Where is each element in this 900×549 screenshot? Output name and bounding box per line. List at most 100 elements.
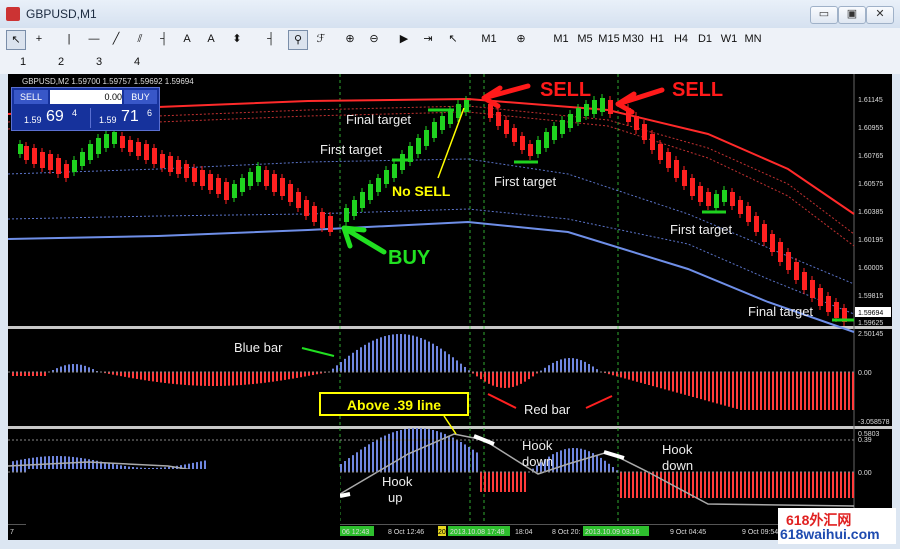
- oscillator1-bar[interactable]: [380, 337, 382, 372]
- candle[interactable]: [232, 184, 237, 198]
- oscillator1-bar[interactable]: [88, 367, 90, 372]
- oscillator1-bar[interactable]: [120, 372, 122, 377]
- candle[interactable]: [136, 142, 141, 156]
- oscillator2-bar[interactable]: [844, 472, 846, 498]
- candle[interactable]: [576, 108, 581, 122]
- oscillator1-bar[interactable]: [816, 372, 818, 410]
- oscillator2-bar[interactable]: [376, 439, 378, 472]
- oscillator2-bar[interactable]: [736, 472, 738, 498]
- candle[interactable]: [818, 288, 823, 306]
- oscillator1-bar[interactable]: [776, 372, 778, 410]
- oscillator1-bar[interactable]: [716, 372, 718, 404]
- oscillator2-bar[interactable]: [476, 452, 478, 472]
- oscillator1-bar[interactable]: [412, 335, 414, 372]
- candle[interactable]: [592, 100, 597, 114]
- oscillator1-bar[interactable]: [632, 372, 634, 381]
- oscillator2-bar[interactable]: [344, 461, 346, 472]
- oscillator1-bar[interactable]: [144, 372, 146, 381]
- oscillator1-bar[interactable]: [764, 372, 766, 410]
- oscillator1-bar[interactable]: [736, 372, 738, 409]
- oscillator2-bar[interactable]: [340, 464, 342, 472]
- candle[interactable]: [72, 160, 77, 172]
- candle[interactable]: [304, 200, 309, 216]
- oscillator1-bar[interactable]: [116, 372, 118, 376]
- oscillator1-bar[interactable]: [680, 372, 682, 394]
- oscillator2-bar[interactable]: [508, 472, 510, 492]
- oscillator2-bar[interactable]: [684, 472, 686, 498]
- oscillator2-bar[interactable]: [556, 452, 558, 472]
- oscillator2-bar[interactable]: [772, 472, 774, 498]
- oscillator1-bar[interactable]: [496, 372, 498, 387]
- oscillator1-bar[interactable]: [724, 372, 726, 406]
- sell-price[interactable]: 1.59 69 4: [16, 108, 82, 128]
- oscillator1-bar[interactable]: [708, 372, 710, 402]
- oscillator1-bar[interactable]: [692, 372, 694, 397]
- oscillator2-bar[interactable]: [432, 429, 434, 472]
- candle[interactable]: [504, 120, 509, 134]
- candle[interactable]: [312, 206, 317, 222]
- horizontal-line-icon[interactable]: —: [86, 30, 102, 48]
- oscillator1-bar[interactable]: [448, 354, 450, 372]
- crosshair-icon[interactable]: +: [30, 30, 48, 48]
- oscillator2-bar[interactable]: [360, 449, 362, 472]
- oscillator1-bar[interactable]: [192, 372, 194, 386]
- oscillator2-bar[interactable]: [504, 472, 506, 492]
- chart-type-icon[interactable]: ⊕: [512, 30, 530, 48]
- oscillator2-bar[interactable]: [12, 461, 14, 472]
- timeframe-m15[interactable]: M15: [598, 30, 620, 48]
- oscillator1-bar[interactable]: [544, 367, 546, 372]
- oscillator1-bar[interactable]: [640, 372, 642, 383]
- oscillator1-bar[interactable]: [336, 365, 338, 372]
- candle[interactable]: [650, 134, 655, 150]
- oscillator2-bar[interactable]: [564, 449, 566, 472]
- buy-price[interactable]: 1.59 71 6: [90, 108, 157, 128]
- candle[interactable]: [584, 104, 589, 116]
- oscillator1-bar[interactable]: [360, 347, 362, 372]
- oscillator2-bar[interactable]: [484, 472, 486, 492]
- oscillator1-bar[interactable]: [384, 336, 386, 372]
- arrows-icon[interactable]: ⬍: [228, 30, 246, 48]
- oscillator1-bar[interactable]: [224, 372, 226, 386]
- oscillator2-bar[interactable]: [824, 472, 826, 498]
- oscillator1-bar[interactable]: [420, 338, 422, 372]
- oscillator1-bar[interactable]: [652, 372, 654, 387]
- oscillator1-bar[interactable]: [208, 372, 210, 386]
- candle[interactable]: [658, 144, 663, 160]
- oscillator1-bar[interactable]: [128, 372, 130, 378]
- oscillator1-bar[interactable]: [696, 372, 698, 399]
- oscillator2-bar[interactable]: [600, 457, 602, 472]
- oscillator2-bar[interactable]: [804, 472, 806, 498]
- timeframe-h4[interactable]: H4: [670, 30, 692, 48]
- oscillator1-bar[interactable]: [332, 368, 334, 372]
- oscillator1-bar[interactable]: [656, 372, 658, 388]
- oscillator1-bar[interactable]: [244, 372, 246, 385]
- candle[interactable]: [104, 134, 109, 148]
- oscillator1-bar[interactable]: [744, 372, 746, 410]
- oscillator1-bar[interactable]: [64, 365, 66, 372]
- zoom-out-icon[interactable]: ⊖: [366, 30, 382, 48]
- candle[interactable]: [608, 100, 613, 114]
- oscillator1-bar[interactable]: [480, 372, 482, 380]
- candle[interactable]: [192, 168, 197, 182]
- candle[interactable]: [528, 144, 533, 156]
- oscillator1-bar[interactable]: [672, 372, 674, 392]
- oscillator1-bar[interactable]: [520, 372, 522, 384]
- oscillator1-bar[interactable]: [668, 372, 670, 391]
- oscillator1-bar[interactable]: [260, 372, 262, 384]
- oscillator2-bar[interactable]: [792, 472, 794, 498]
- oscillator2-bar[interactable]: [572, 448, 574, 472]
- oscillator1-bar[interactable]: [524, 372, 526, 382]
- close-button[interactable]: ✕: [866, 6, 894, 24]
- oscillator1-bar[interactable]: [340, 362, 342, 372]
- oscillator1-bar[interactable]: [416, 336, 418, 372]
- oscillator2-bar[interactable]: [440, 432, 442, 472]
- oscillator1-bar[interactable]: [68, 364, 70, 372]
- timeframe-m30[interactable]: M30: [622, 30, 644, 48]
- oscillator1-bar[interactable]: [124, 372, 126, 377]
- oscillator2-bar[interactable]: [852, 472, 854, 498]
- oscillator2-bar[interactable]: [652, 472, 654, 498]
- vertical-line-icon[interactable]: |: [62, 30, 76, 48]
- oscillator1-bar[interactable]: [792, 372, 794, 410]
- oscillator1-bar[interactable]: [832, 372, 834, 410]
- oscillator1-bar[interactable]: [704, 372, 706, 401]
